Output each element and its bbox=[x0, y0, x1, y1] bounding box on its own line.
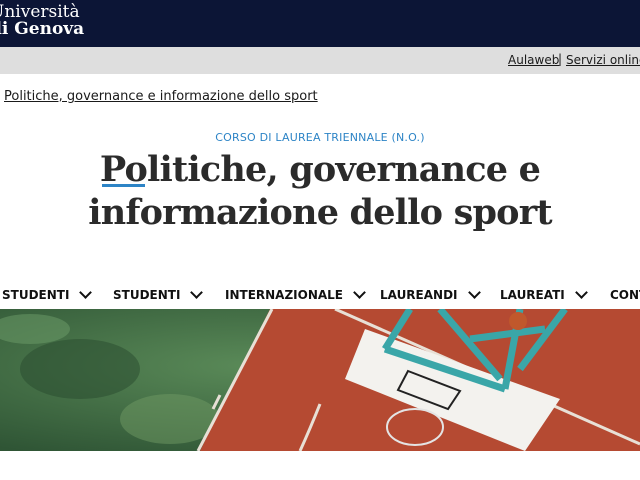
nav-item-studenti[interactable]: STUDENTI bbox=[113, 286, 204, 302]
nav-item-laureati[interactable]: LAUREATI bbox=[500, 286, 588, 302]
nav-item-laureandi[interactable]: LAUREANDI bbox=[380, 286, 481, 302]
chevron-down-icon bbox=[353, 286, 366, 299]
course-type-label: CORSO DI LAUREA TRIENNALE (N.O.) bbox=[215, 131, 425, 144]
chevron-down-icon bbox=[467, 286, 481, 299]
nav-item-internazionale[interactable]: INTERNAZIONALE bbox=[225, 286, 366, 302]
site-header: Università di Genova bbox=[0, 0, 640, 47]
breadcrumb[interactable]: Politiche, governance e informazione del… bbox=[4, 89, 318, 104]
utility-bar: Aulaweb | Servizi online bbox=[0, 47, 640, 74]
nav-label: LAUREANDI bbox=[380, 288, 458, 302]
nav-label: INTERNAZIONALE bbox=[225, 288, 344, 302]
nav-label: CONT bbox=[610, 288, 640, 302]
nav-item-futuri-studenti[interactable]: STUDENTI bbox=[2, 286, 93, 302]
chevron-down-icon bbox=[190, 286, 204, 299]
nav-item-contatti[interactable]: CONT bbox=[610, 288, 640, 302]
title-line-1-rest: litiche, governance e bbox=[147, 149, 541, 190]
servizi-online-link[interactable]: Servizi online bbox=[566, 53, 640, 67]
logo-line-2: di Genova bbox=[0, 19, 85, 39]
chevron-down-icon bbox=[574, 286, 588, 299]
hero-image bbox=[0, 309, 640, 451]
university-logo[interactable]: Università di Genova bbox=[0, 4, 84, 38]
title-accent: Po bbox=[99, 149, 148, 190]
main-navigation: STUDENTI STUDENTI INTERNAZIONALE LAUREAN… bbox=[0, 283, 640, 309]
basketball-court-image bbox=[0, 309, 640, 451]
nav-label: LAUREATI bbox=[500, 288, 565, 302]
page-body-start bbox=[0, 451, 640, 480]
utility-separator: | bbox=[558, 52, 563, 66]
title-line-2: informazione dello sport bbox=[88, 192, 552, 233]
aulaweb-link[interactable]: Aulaweb bbox=[508, 53, 559, 67]
page-title: Politiche, governance e informazione del… bbox=[0, 148, 640, 234]
nav-label: STUDENTI bbox=[2, 288, 70, 302]
nav-label: STUDENTI bbox=[113, 288, 181, 302]
chevron-down-icon bbox=[79, 286, 93, 299]
